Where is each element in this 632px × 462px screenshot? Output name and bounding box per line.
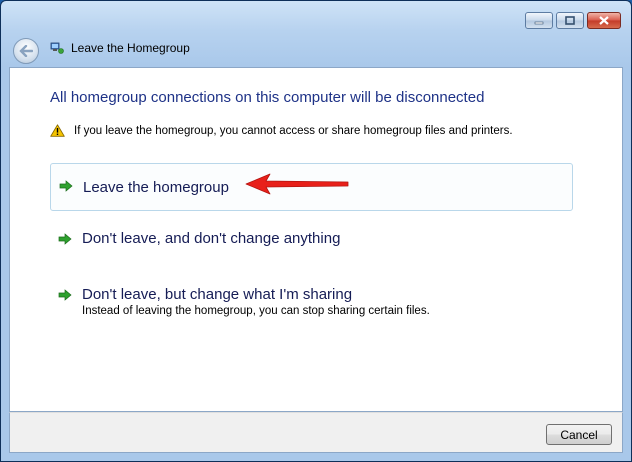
green-arrow-icon <box>58 233 72 245</box>
warning-icon <box>50 124 65 137</box>
homegroup-icon <box>50 42 64 54</box>
warning-text: If you leave the homegroup, you cannot a… <box>74 124 513 137</box>
window-title: Leave the Homegroup <box>71 41 190 55</box>
minimize-icon <box>534 21 544 24</box>
close-button[interactable] <box>587 12 621 29</box>
maximize-icon <box>565 16 575 25</box>
maximize-button[interactable] <box>556 12 584 29</box>
change-sharing-option[interactable]: Don't leave, but change what I'm sharing… <box>50 286 573 326</box>
caption-buttons <box>525 12 621 29</box>
cancel-button[interactable]: Cancel <box>546 424 612 445</box>
page-heading: All homegroup connections on this comput… <box>50 89 485 106</box>
dont-leave-option[interactable]: Don't leave, and don't change anything <box>50 230 573 254</box>
minimize-button[interactable] <box>525 12 553 29</box>
content-panel: All homegroup connections on this comput… <box>9 67 623 412</box>
option-label: Don't leave, but change what I'm sharing <box>82 286 353 303</box>
back-button[interactable] <box>13 38 39 64</box>
red-annotation-arrow <box>245 173 349 195</box>
warning-row: If you leave the homegroup, you cannot a… <box>50 124 513 137</box>
option-label: Don't leave, and don't change anything <box>82 230 341 247</box>
green-arrow-icon <box>58 289 72 301</box>
close-icon <box>599 16 609 25</box>
dialog-window: Leave the Homegroup All homegroup connec… <box>0 0 632 462</box>
green-arrow-icon <box>59 180 73 192</box>
option-description: Instead of leaving the homegroup, you ca… <box>82 305 430 317</box>
dialog-footer: Cancel <box>9 412 623 453</box>
back-arrow-icon <box>19 45 33 57</box>
